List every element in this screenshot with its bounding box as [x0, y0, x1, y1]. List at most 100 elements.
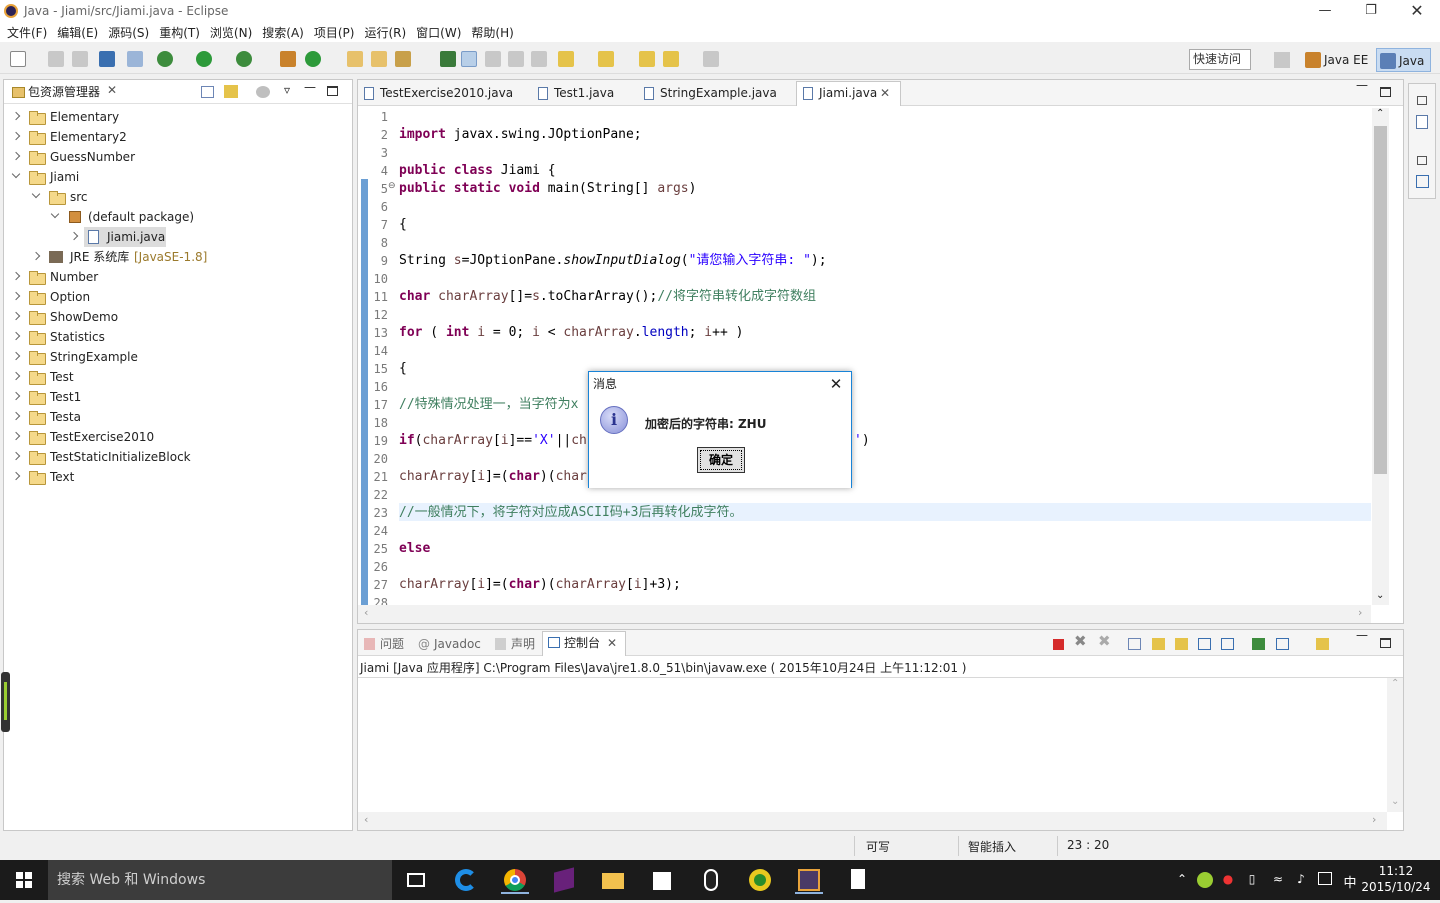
open-task-icon[interactable]	[371, 51, 387, 67]
outline-icon[interactable]	[1416, 175, 1429, 188]
scroll-down-icon[interactable]: ⌄	[1391, 796, 1399, 807]
show-whitespace-icon[interactable]	[508, 51, 524, 67]
open-type-icon[interactable]	[347, 51, 363, 67]
view-menu-icon[interactable]: ▿	[284, 83, 290, 97]
maximize-button[interactable]: ❐	[1348, 0, 1394, 22]
console-icon[interactable]	[99, 51, 115, 67]
close-icon[interactable]: ✕	[107, 83, 117, 97]
scroll-right-icon[interactable]: ›	[1358, 606, 1362, 619]
next-annotation-icon[interactable]	[558, 51, 574, 67]
new-icon[interactable]	[10, 51, 26, 67]
run-icon[interactable]	[196, 51, 212, 67]
menu-run[interactable]: 运行(R)	[364, 24, 406, 41]
taskbar-search-field[interactable]: 搜索 Web 和 Windows	[48, 860, 392, 900]
scroll-lock-icon[interactable]	[1152, 638, 1165, 650]
notepad-icon[interactable]	[844, 866, 872, 894]
scroll-left-icon[interactable]: ‹	[364, 813, 368, 826]
menu-edit[interactable]: 编辑(E)	[57, 24, 98, 41]
debug-icon[interactable]	[157, 51, 173, 67]
volume-icon[interactable]: ♪	[1293, 872, 1309, 888]
start-button[interactable]	[0, 860, 48, 900]
side-handle[interactable]	[1, 672, 10, 732]
menu-search[interactable]: 搜索(A)	[262, 24, 304, 41]
scroll-right-icon[interactable]: ›	[1372, 813, 1376, 826]
perspective-java-ee[interactable]: Java EE	[1302, 48, 1374, 72]
wifi-icon[interactable]: ≈	[1270, 872, 1286, 888]
maximize-view-icon[interactable]	[327, 86, 338, 96]
taskbar-clock[interactable]: 11:12 2015/10/24	[1360, 863, 1432, 895]
display-console-icon[interactable]	[1276, 638, 1289, 650]
ok-button[interactable]: 确定	[697, 447, 745, 473]
clear-console-icon[interactable]	[1128, 638, 1141, 650]
tab-jiami[interactable]: Jiami.java ✕	[796, 81, 901, 106]
link-editor-icon[interactable]	[224, 85, 238, 98]
menu-source[interactable]: 源码(S)	[108, 24, 149, 41]
editor-horizontal-scrollbar[interactable]: ‹ ›	[358, 605, 1371, 623]
maximize-console-icon[interactable]	[1380, 638, 1391, 648]
fold-icon[interactable]: ⊖	[388, 181, 396, 191]
save-icon[interactable]	[48, 51, 64, 67]
menu-project[interactable]: 项目(P)	[314, 24, 355, 41]
save-all-icon[interactable]	[72, 51, 88, 67]
new-class-icon[interactable]	[305, 51, 321, 67]
ime-indicator[interactable]: 中	[1342, 872, 1358, 891]
menu-navigate[interactable]: 浏览(N)	[210, 24, 252, 41]
menu-window[interactable]: 窗口(W)	[416, 24, 461, 41]
battery-icon[interactable]: ▯	[1244, 872, 1260, 888]
minimize-editor-icon[interactable]: —	[1356, 78, 1368, 92]
minimize-view-icon[interactable]: —	[304, 80, 316, 94]
focus-icon[interactable]	[256, 86, 270, 98]
qq-icon[interactable]	[697, 866, 725, 894]
prev-annotation-icon[interactable]	[598, 51, 614, 67]
close-button[interactable]: ✕	[1394, 0, 1440, 22]
scroll-up-icon[interactable]: ⌃	[1391, 678, 1399, 689]
open-console-icon[interactable]	[1316, 638, 1329, 650]
terminate-icon[interactable]	[1053, 639, 1064, 650]
show-hidden-icons[interactable]: ⌃	[1174, 872, 1190, 888]
dialog-close-icon[interactable]: ✕	[821, 372, 851, 396]
tab-console[interactable]: 控制台 ✕	[542, 631, 626, 656]
tab-test1[interactable]: Test1.java	[538, 82, 614, 104]
quick-access-field[interactable]: 快速访问	[1189, 49, 1251, 70]
file-explorer-icon[interactable]	[599, 866, 627, 894]
console-horizontal-scrollbar[interactable]: ‹ ›	[358, 812, 1387, 830]
highlight-icon[interactable]	[461, 51, 477, 67]
visual-studio-icon[interactable]	[550, 866, 578, 894]
tab-stringexample[interactable]: StringExample.java	[644, 82, 777, 104]
remove-all-icon[interactable]: ✖	[1098, 632, 1111, 650]
edge-icon[interactable]	[452, 866, 480, 894]
task-list-icon[interactable]	[1416, 115, 1428, 129]
restore-icon[interactable]	[1417, 96, 1427, 105]
minimize-button[interactable]: —	[1302, 0, 1348, 22]
minimize-console-icon[interactable]: —	[1356, 628, 1368, 642]
scroll-up-icon[interactable]: ⌃	[1376, 108, 1384, 119]
collapse-all-icon[interactable]	[201, 86, 214, 98]
forward-icon[interactable]	[703, 51, 719, 67]
chrome-icon[interactable]	[501, 866, 529, 894]
back-icon[interactable]	[663, 51, 679, 67]
block-selection-icon[interactable]	[485, 51, 501, 67]
store-icon[interactable]	[648, 866, 676, 894]
tray-qq-icon[interactable]: ●	[1220, 872, 1236, 888]
code-editor[interactable]: 1 2 3 4 5 6 7 8 9 10 11 12 13 14 15 16 1…	[358, 108, 1371, 605]
tab-problems[interactable]: 问题	[364, 633, 404, 655]
media-player-icon[interactable]	[746, 866, 774, 894]
menu-refactor[interactable]: 重构(T)	[159, 24, 200, 41]
remove-launch-icon[interactable]: ✖	[1074, 632, 1087, 650]
open-perspective-icon[interactable]	[1274, 52, 1290, 68]
restore-icon[interactable]	[1417, 156, 1427, 165]
new-java-project-icon[interactable]	[280, 51, 296, 67]
eclipse-taskbar-icon[interactable]	[795, 866, 823, 894]
show-console-out-icon[interactable]	[1198, 638, 1211, 650]
perspective-java[interactable]: Java	[1376, 48, 1432, 72]
close-tab-icon[interactable]: ✕	[880, 82, 890, 104]
run-external-icon[interactable]	[236, 51, 252, 67]
notification-icon[interactable]	[1318, 872, 1332, 885]
close-tab-icon[interactable]: ✕	[607, 632, 617, 654]
last-edit-icon[interactable]	[639, 51, 655, 67]
scrollbar-thumb[interactable]	[1374, 126, 1387, 474]
tray-app-icon[interactable]	[1197, 872, 1213, 888]
tab-testexercise2010[interactable]: TestExercise2010.java	[364, 82, 513, 104]
tab-javadoc[interactable]: @ Javadoc	[418, 633, 481, 655]
word-wrap-icon[interactable]	[1175, 638, 1188, 650]
